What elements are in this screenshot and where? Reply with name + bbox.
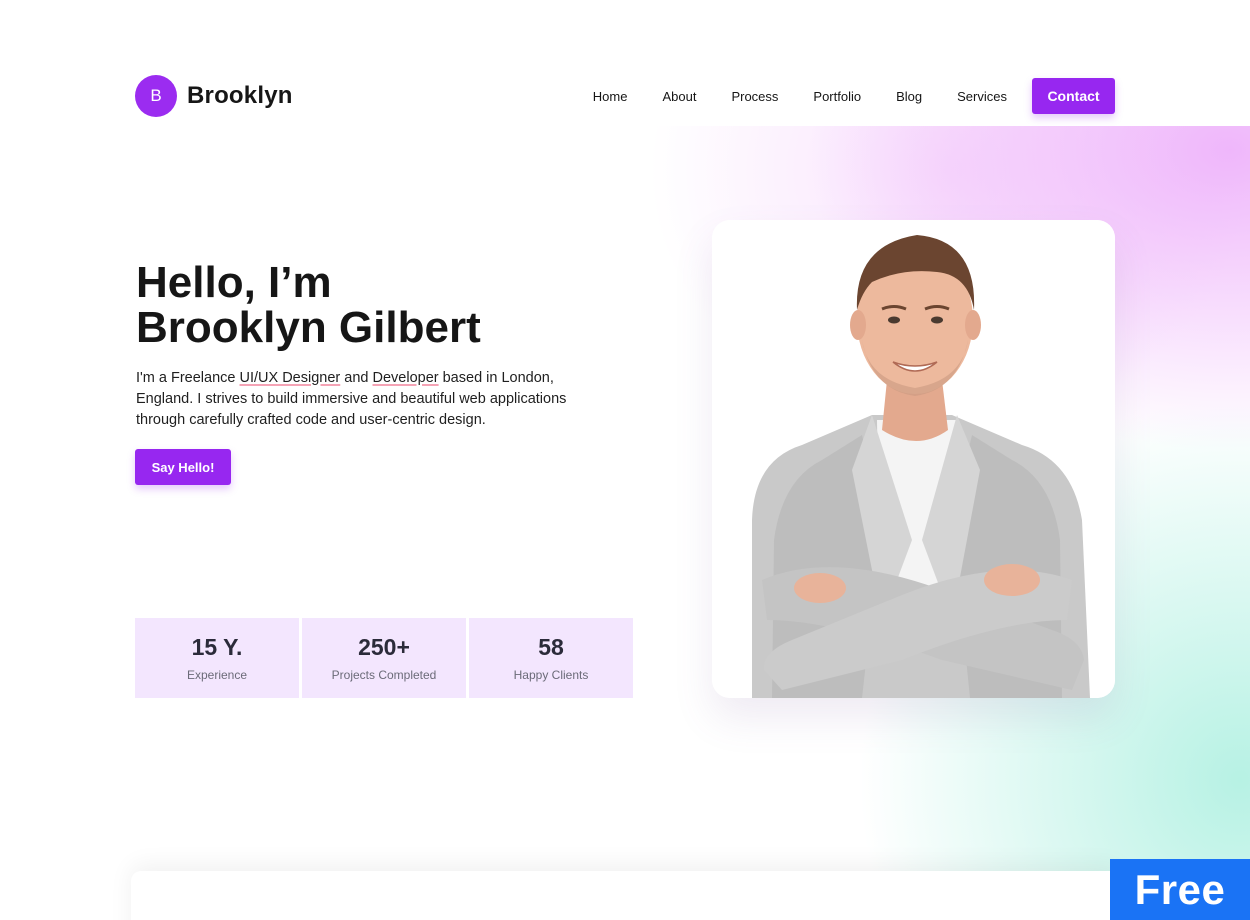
- stat-label: Happy Clients: [513, 668, 589, 682]
- stat-value: 58: [538, 634, 564, 660]
- logo-badge: B: [135, 75, 177, 117]
- hero-title-line2: Brooklyn Gilbert: [136, 303, 481, 352]
- highlight-uiux-designer: UI/UX Designer: [239, 370, 341, 386]
- say-hello-button[interactable]: Say Hello!: [135, 449, 231, 485]
- nav-link-about[interactable]: About: [662, 89, 696, 104]
- brand-name: Brooklyn: [187, 82, 293, 109]
- highlight-developer: Developer: [372, 370, 439, 386]
- nav-link-process[interactable]: Process: [731, 89, 778, 104]
- nav-link-services[interactable]: Services: [957, 89, 1007, 104]
- stat-projects: 250+ Projects Completed: [302, 618, 466, 698]
- free-badge: Free: [1110, 859, 1250, 920]
- contact-button[interactable]: Contact: [1032, 78, 1115, 114]
- stat-value: 250+: [358, 634, 410, 660]
- stats-row: 15 Y. Experience 250+ Projects Completed…: [135, 618, 633, 698]
- main-nav: Home About Process Portfolio Blog Servic…: [593, 78, 1115, 114]
- stat-label: Projects Completed: [331, 668, 437, 682]
- hero-desc-part2: and: [340, 370, 373, 386]
- hero-description: I'm a Freelance UI/UX Designer and Devel…: [136, 368, 606, 431]
- profile-photo: [712, 220, 1115, 698]
- stat-value: 15 Y.: [191, 634, 243, 660]
- stat-label: Experience: [186, 668, 248, 682]
- nav-link-home[interactable]: Home: [593, 89, 628, 104]
- profile-photo-card: [712, 220, 1115, 698]
- stat-experience: 15 Y. Experience: [135, 618, 299, 698]
- hero-desc-part1: I'm a Freelance: [136, 370, 240, 386]
- hero-title: Hello, I’m Brooklyn Gilbert: [136, 260, 481, 350]
- brand-logo[interactable]: B Brooklyn: [135, 75, 293, 117]
- bottom-card: [131, 871, 1121, 920]
- hero-title-line1: Hello, I’m: [136, 258, 332, 307]
- stat-clients: 58 Happy Clients: [469, 618, 633, 698]
- site-header: B Brooklyn Home About Process Portfolio …: [135, 74, 1115, 118]
- nav-link-blog[interactable]: Blog: [896, 89, 922, 104]
- nav-link-portfolio[interactable]: Portfolio: [813, 89, 861, 104]
